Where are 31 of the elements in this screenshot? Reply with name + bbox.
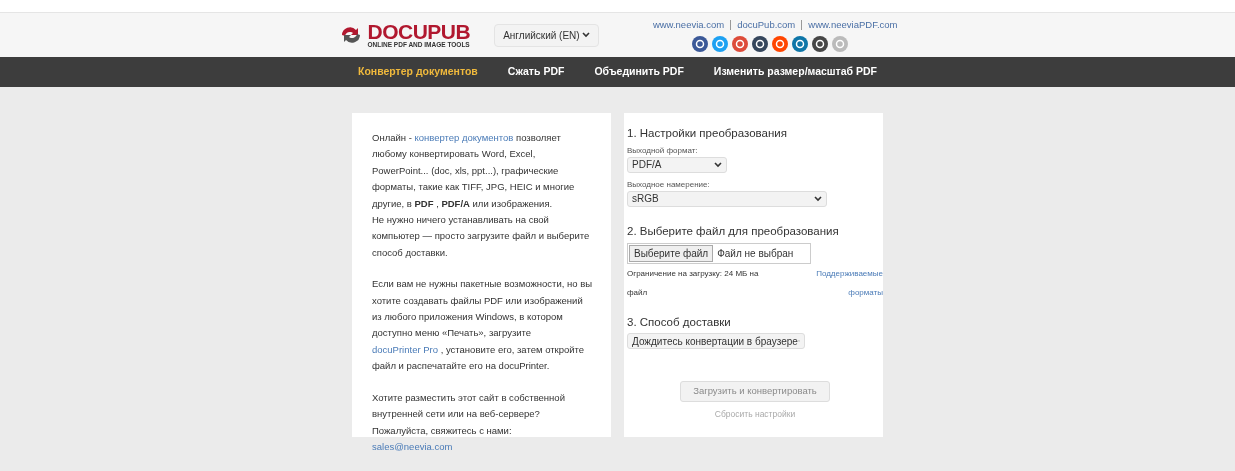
nav-tab[interactable]: Объединить PDF [594, 64, 684, 80]
logo-title: DOCUPUB [367, 21, 471, 43]
select-field[interactable]: sRGB [627, 190, 827, 207]
nav-tab[interactable]: Изменить размер/масштаб PDF [713, 64, 877, 80]
text-link[interactable]: конвертер документов [414, 132, 514, 143]
section-title: 1. Настройки преобразования [627, 127, 788, 141]
site-link[interactable]: www.neevia.com [652, 17, 725, 33]
paragraph: Если вам не нужны пакетные возможности, но вы хотите создавать файлы PDF или изображений из любого приложения Windows, в котором доступно меню «Печать», загрузите docuPrinter Pro , установите его, затем откройте файл и распечатайте его на docuPrinter. [372, 277, 593, 374]
site-link[interactable]: docuPub.com [737, 17, 796, 33]
text-link[interactable]: sales@neevia.com [372, 440, 453, 452]
nav-tab[interactable]: Конвертер документов [358, 64, 478, 80]
site-link[interactable]: www.neeviaPDF.com [808, 17, 898, 33]
social-icon[interactable] [791, 36, 808, 53]
social-icon[interactable] [751, 36, 768, 53]
file-input[interactable]: Выберите файл Файл не выбран [627, 242, 811, 264]
select-field[interactable]: PDF/A [627, 156, 727, 173]
field-label: Выходной формат: [627, 144, 699, 157]
select-field[interactable]: Дождитесь конвертации в браузере [627, 333, 805, 350]
paragraph: Онлайн - конвертер документов позволяет любому конвертировать Word, Excel, PowerPoint... (doc, xls, ppt...), графические форматы, такие как TIFF, JPG, HEIC и многие другие, в PDF , PDF/A или изображения. Не нужно ничего устанавливать на свой компьютер — просто загрузите файл и выберите способ доставки. [372, 131, 591, 260]
field-label: Выходное намерение: [627, 178, 711, 191]
section-title: 3. Способ доставки [627, 315, 732, 330]
social-icon[interactable] [731, 36, 748, 53]
hint-text: Ограничение на загрузку: 24 МБ на файл [627, 267, 760, 299]
section-title: 2. Выберите файл для преобразования [627, 224, 840, 239]
formats-link[interactable]: Поддерживаемые форматы [803, 263, 883, 302]
nav-tab[interactable]: Сжать PDF [507, 64, 565, 80]
language-select[interactable]: Английский (EN) [494, 23, 600, 47]
social-icon[interactable] [811, 36, 828, 53]
text-link[interactable]: docuPrinter Pro [372, 343, 438, 355]
social-icon[interactable] [691, 36, 708, 53]
paragraph: Хотите разместить этот сайт в собственной внутренней сети или на веб-сервере? Пожалуйста, свяжитесь с нами: sales@neevia.com [372, 390, 566, 454]
